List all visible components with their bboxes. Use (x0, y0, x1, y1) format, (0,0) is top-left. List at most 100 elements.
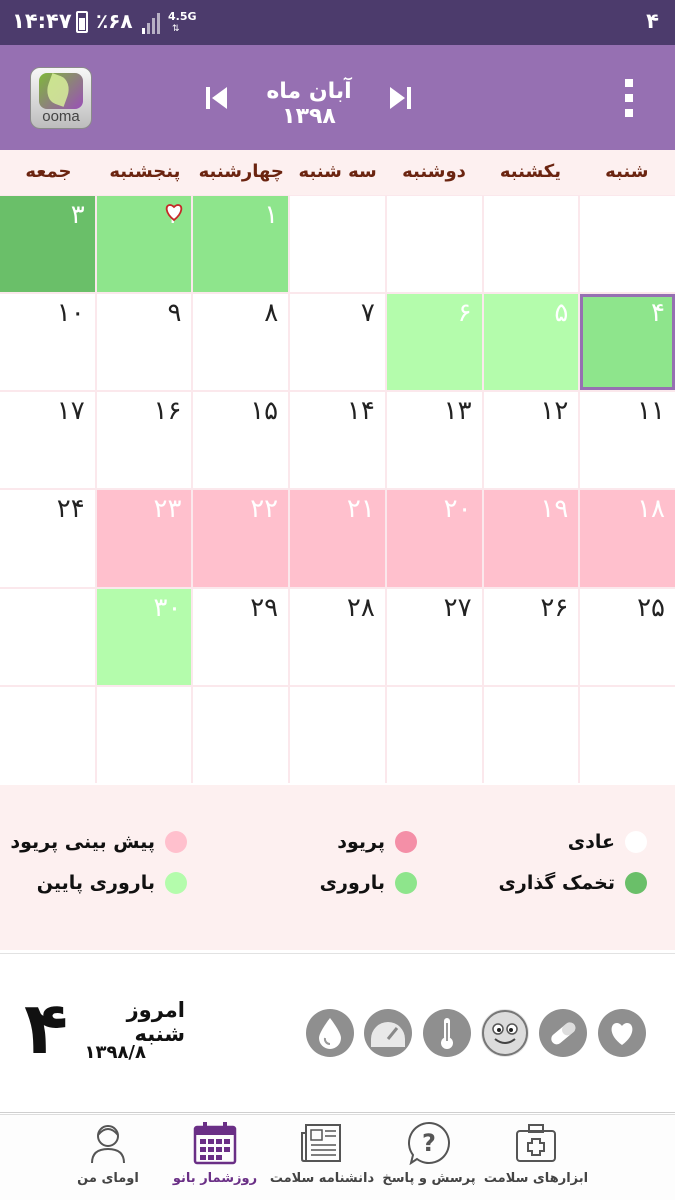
nav-label: پرسش و پاسخ (382, 1171, 476, 1186)
calendar-day-cell[interactable]: ۹ (96, 294, 192, 391)
calendar-day-cell[interactable]: ۱۵ (193, 392, 289, 489)
drop-icon[interactable] (306, 1009, 354, 1057)
calendar-day-cell[interactable]: ۱ (193, 196, 289, 293)
weekday-label: چهارشنبه (198, 161, 284, 182)
calendar-day-cell[interactable]: ۸ (193, 294, 289, 391)
calendar-empty-cell (290, 686, 385, 783)
heart-icon[interactable] (598, 1009, 646, 1057)
ooma-logo[interactable]: ooma (30, 67, 92, 129)
tab-my-ooma[interactable]: اومای من (58, 1115, 158, 1200)
thermometer-icon[interactable] (423, 1009, 471, 1057)
day-number: ۱۲ (540, 396, 569, 427)
legend-dot (625, 872, 647, 894)
weekday-label: شنبه (605, 161, 649, 182)
calendar-day-cell[interactable]: ۲۸ (290, 588, 385, 685)
legend-dot (165, 831, 187, 853)
calendar-day-cell[interactable]: ۲۰ (386, 490, 482, 587)
medical-kit-icon (516, 1124, 556, 1162)
mood-icon[interactable] (481, 1009, 529, 1057)
legend-item: عادی (568, 831, 647, 853)
day-number: ۲۱ (346, 494, 375, 525)
calendar-day-cell[interactable]: ۱۴ (290, 392, 385, 489)
calendar-day-cell[interactable]: ۱۱ (580, 392, 675, 489)
status-bar: ۱۴:۴۷ ٪۶۸ 4.5G ⇅ ۴ (0, 0, 675, 45)
legend-item: پیش بینی پریود (10, 831, 187, 853)
day-number: ۱۰ (56, 298, 85, 329)
day-number: ۵ (554, 298, 569, 329)
day-number: ۲۵ (637, 592, 665, 623)
pill-icon[interactable] (539, 1009, 587, 1057)
calendar-day-cell[interactable]: ۲۳ (96, 490, 192, 587)
previous-month-icon[interactable] (205, 85, 229, 111)
calendar-day-cell[interactable]: ۵ (483, 294, 579, 391)
signal-icon (142, 13, 160, 34)
calendar-empty-cell (580, 196, 675, 293)
calendar-empty-cell (290, 196, 385, 293)
status-time: ۱۴:۴۷ (12, 9, 72, 33)
tab-health-encyclopedia[interactable]: دانشنامه سلامت (270, 1115, 374, 1200)
day-number: ۱۴ (346, 396, 375, 427)
today-label: امروز شنبه (126, 998, 185, 1046)
calendar-day-cell[interactable]: ۳۰ (96, 588, 192, 685)
nav-label: اومای من (77, 1171, 139, 1186)
day-number: ۲۶ (540, 592, 569, 623)
day-number: ۹ (167, 298, 182, 329)
day-number: ۲۸ (346, 592, 375, 623)
weekday-label: جمعه (25, 161, 72, 182)
calendar-empty-cell (96, 686, 192, 783)
calendar-day-cell[interactable]: ۲۶ (483, 588, 579, 685)
day-number: ۱۳ (443, 396, 472, 427)
calendar-day-cell[interactable]: ۴ (580, 294, 675, 391)
weekday-label: سه شنبه (298, 161, 377, 182)
scale-icon[interactable] (364, 1009, 412, 1057)
legend-dot (395, 872, 417, 894)
calendar-day-cell[interactable]: ۱۳ (386, 392, 482, 489)
calendar-day-cell[interactable]: ۱۲ (483, 392, 579, 489)
calendar-day-cell[interactable]: ۲۹ (193, 588, 289, 685)
day-number: ۲۹ (250, 592, 279, 623)
legend-label: پیش بینی پریود (10, 831, 155, 853)
calendar-day-cell[interactable]: ۱۹ (483, 490, 579, 587)
legend-label: تخمک گذاری (498, 872, 615, 894)
day-number: ۲۰ (443, 494, 472, 525)
calendar-day-cell[interactable]: ۱۸ (580, 490, 675, 587)
calendar-day-cell[interactable]: ۲۲ (193, 490, 289, 587)
today-panel: ۴ امروز شنبه ۱۳۹۸/۸ (0, 953, 675, 1113)
newspaper-icon (301, 1124, 341, 1162)
legend-dot (165, 872, 187, 894)
calendar-day-cell[interactable]: ۷ (290, 294, 385, 391)
battery-percent: ٪۶۸ (96, 9, 133, 33)
calendar-day-cell[interactable]: ۲ (96, 196, 192, 293)
notification-count: ۴ (646, 9, 659, 33)
legend-item: پریود (337, 831, 417, 853)
day-number: ۱۵ (250, 396, 279, 427)
nav-label: دانشنامه سلامت (269, 1171, 375, 1186)
calendar-day-cell[interactable]: ۳ (0, 196, 95, 293)
tab-questions-answers[interactable]: ? پرسش و پاسخ (379, 1115, 479, 1200)
weekday-label: پنجشنبه (109, 161, 181, 182)
calendar-day-cell[interactable]: ۶ (386, 294, 482, 391)
calendar-day-cell[interactable]: ۱۶ (96, 392, 192, 489)
day-number: ۷ (360, 298, 375, 329)
legend: عادی پریود پیش بینی پریود تخمک گذاری بار… (0, 785, 675, 950)
next-month-icon[interactable] (388, 85, 412, 111)
overflow-menu-icon[interactable] (618, 75, 640, 123)
day-number: ۴ (651, 298, 665, 329)
calendar-day-cell[interactable]: ۲۵ (580, 588, 675, 685)
tab-health-tools[interactable]: ابزارهای سلامت (484, 1115, 588, 1200)
calendar-day-cell[interactable]: ۲۱ (290, 490, 385, 587)
calendar-empty-cell (193, 686, 289, 783)
legend-item: باروری (320, 872, 417, 894)
today-date: ۱۳۹۸/۸ (84, 1042, 146, 1063)
tab-calendar[interactable]: روزشمار بانو (165, 1115, 265, 1200)
day-number: ۳ (70, 200, 85, 230)
today-day-number: ۴ (24, 986, 68, 1070)
calendar-day-cell[interactable]: ۲۴ (0, 490, 95, 587)
calendar-day-cell[interactable]: ۲۷ (386, 588, 482, 685)
nav-label: ابزارهای سلامت (483, 1171, 589, 1186)
calendar-day-cell[interactable]: ۱۰ (0, 294, 95, 391)
calendar-day-cell[interactable]: ۱۷ (0, 392, 95, 489)
calendar-empty-cell (483, 196, 579, 293)
logo-text: ooma (42, 108, 80, 125)
nav-label: روزشمار بانو (172, 1171, 258, 1186)
